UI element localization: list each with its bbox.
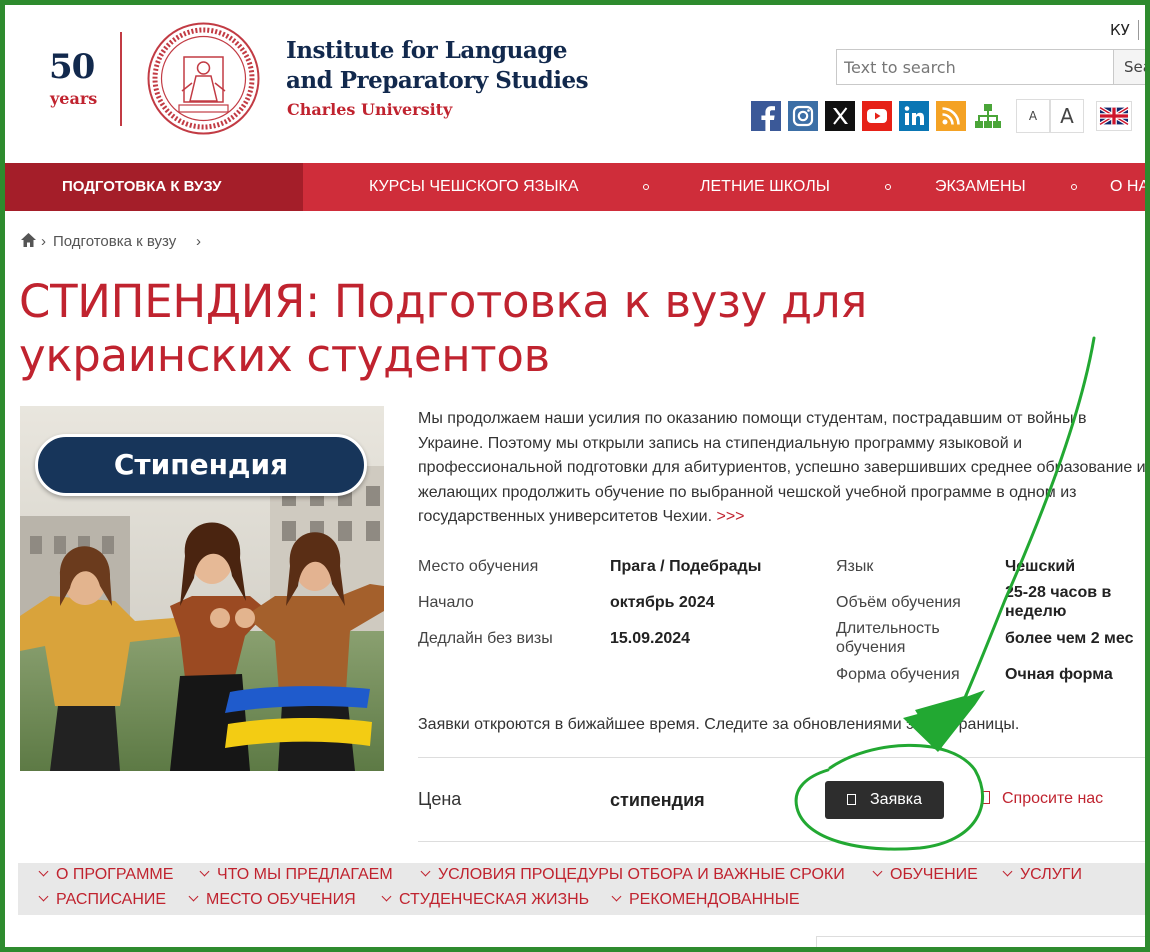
chevron-down-icon bbox=[38, 866, 49, 877]
detail-volume-value-line-1: 25-28 часов в bbox=[1005, 584, 1112, 601]
institute-name-line-1: Institute for Language bbox=[286, 37, 567, 64]
detail-place-label: Место обучения bbox=[418, 558, 539, 575]
detail-duration-value: более чем 2 мес bbox=[1005, 630, 1134, 647]
youtube-icon[interactable] bbox=[862, 101, 892, 131]
detail-volume-label: Объём обучения bbox=[836, 594, 961, 611]
nav-separator-dot bbox=[1071, 184, 1077, 190]
detail-deadline-label: Дедлайн без визы bbox=[418, 630, 553, 647]
main-navigation: ПОДГОТОВКА К ВУЗУ КУРСЫ ЧЕШСКОГО ЯЗЫКА Л… bbox=[5, 163, 1145, 211]
nav-item-summer-schools[interactable]: ЛЕТНИЕ ШКОЛЫ bbox=[700, 163, 830, 211]
applications-notice: Заявки откроются в бижайшее время. Следи… bbox=[418, 716, 1020, 733]
detail-start-label: Начало bbox=[418, 594, 474, 611]
chevron-down-icon bbox=[381, 891, 392, 902]
chevron-down-icon bbox=[199, 866, 210, 877]
page-title: СТИПЕНДИЯ: Подготовка к вузу для украинс… bbox=[19, 275, 868, 382]
section-label: СТУДЕНЧЕСКАЯ ЖИЗНЬ bbox=[399, 891, 590, 908]
section-what-we-offer[interactable]: ЧТО МЫ ПРЕДЛАГАЕМ bbox=[191, 866, 393, 884]
detail-volume-value-line-2: неделю bbox=[1005, 603, 1067, 620]
detail-duration-label-line-1: Длительность bbox=[836, 620, 940, 637]
anniversary-number: 50 bbox=[49, 47, 95, 87]
home-icon[interactable] bbox=[20, 232, 37, 248]
x-icon[interactable] bbox=[825, 101, 855, 131]
nav-item-czech-courses[interactable]: КУРСЫ ЧЕШСКОГО ЯЗЫКА bbox=[369, 163, 579, 211]
section-label: МЕСТО ОБУЧЕНИЯ bbox=[206, 891, 356, 908]
page-frame: 50 years Institute for Language and Prep… bbox=[5, 5, 1145, 947]
detail-deadline-value: 15.09.2024 bbox=[610, 630, 691, 647]
english-flag-icon[interactable] bbox=[1096, 101, 1132, 131]
font-size-decrease-button[interactable]: A bbox=[1016, 99, 1050, 133]
section-student-life[interactable]: СТУДЕНЧЕСКАЯ ЖИЗНЬ bbox=[373, 891, 589, 909]
section-services[interactable]: УСЛУГИ bbox=[994, 866, 1082, 884]
section-selection-conditions[interactable]: УСЛОВИЯ ПРОЦЕДУРЫ ОТБОРА И ВАЖНЫЕ СРОКИ bbox=[412, 866, 845, 884]
header-divider bbox=[120, 32, 122, 126]
document-icon bbox=[847, 794, 856, 805]
facebook-icon[interactable] bbox=[751, 101, 781, 131]
detail-form-value: Очная форма bbox=[1005, 666, 1113, 683]
intro-body: Мы продолжаем наши усилия по оказанию по… bbox=[418, 410, 1145, 525]
institute-name-line-2: and Preparatory Studies bbox=[286, 67, 589, 94]
nav-separator-dot bbox=[643, 184, 649, 190]
language-switch[interactable]: КУ bbox=[1110, 21, 1130, 39]
search-input[interactable] bbox=[836, 49, 1116, 85]
rss-icon[interactable] bbox=[936, 101, 966, 131]
chevron-down-icon bbox=[420, 866, 431, 877]
divider bbox=[418, 757, 1145, 758]
intro-text: Мы продолжаем наши усилия по оказанию по… bbox=[418, 407, 1145, 530]
chevron-down-icon bbox=[872, 866, 883, 877]
section-navigation: О ПРОГРАММЕ ЧТО МЫ ПРЕДЛАГАЕМ УСЛОВИЯ ПР… bbox=[18, 863, 1145, 915]
section-education[interactable]: ОБУЧЕНИЕ bbox=[864, 866, 978, 884]
breadcrumb-current[interactable]: Подготовка к вузу bbox=[53, 233, 176, 250]
apply-button[interactable]: Заявка bbox=[825, 781, 944, 819]
ask-us-label: Спросите нас bbox=[1002, 790, 1104, 807]
price-value: стипендия bbox=[610, 790, 705, 810]
university-name: Charles University bbox=[287, 100, 453, 119]
detail-place-value: Прага / Подебрады bbox=[610, 558, 762, 575]
sitemap-icon[interactable] bbox=[973, 101, 1003, 131]
question-icon bbox=[981, 791, 990, 804]
footer-box bbox=[816, 936, 1145, 947]
detail-language-label: Язык bbox=[836, 558, 874, 575]
chevron-down-icon bbox=[38, 891, 49, 902]
search-button[interactable]: Sea bbox=[1113, 49, 1145, 85]
anniversary-label: years bbox=[50, 89, 98, 108]
section-about-program[interactable]: О ПРОГРАММЕ bbox=[30, 866, 173, 884]
section-label: УСЛОВИЯ ПРОЦЕДУРЫ ОТБОРА И ВАЖНЫЕ СРОКИ bbox=[438, 866, 845, 883]
hero-image: Стипендия bbox=[20, 406, 384, 771]
nav-item-exams[interactable]: ЭКЗАМЕНЫ bbox=[935, 163, 1026, 211]
read-more-link[interactable]: >>> bbox=[716, 508, 744, 525]
section-label: ОБУЧЕНИЕ bbox=[890, 866, 978, 883]
nav-item-university-prep[interactable]: ПОДГОТОВКА К ВУЗУ bbox=[62, 163, 221, 211]
language-separator bbox=[1138, 20, 1139, 40]
breadcrumb-separator: › bbox=[41, 233, 46, 250]
section-study-location[interactable]: МЕСТО ОБУЧЕНИЯ bbox=[180, 891, 356, 909]
chevron-down-icon bbox=[1002, 866, 1013, 877]
breadcrumb-separator: › bbox=[196, 233, 201, 250]
price-label: Цена bbox=[418, 789, 462, 809]
instagram-icon[interactable] bbox=[788, 101, 818, 131]
section-label: РАСПИСАНИЕ bbox=[56, 891, 167, 908]
section-label: ЧТО МЫ ПРЕДЛАГАЕМ bbox=[217, 866, 393, 883]
linkedin-icon[interactable] bbox=[899, 101, 929, 131]
nav-item-about[interactable]: О НА bbox=[1110, 163, 1145, 211]
detail-language-value: Чешский bbox=[1005, 558, 1076, 575]
ask-us-link[interactable]: Спросите нас bbox=[981, 790, 1103, 808]
section-label: РЕКОМЕНДОВАННЫЕ bbox=[629, 891, 800, 908]
detail-form-label: Форма обучения bbox=[836, 666, 960, 683]
section-label: УСЛУГИ bbox=[1020, 866, 1083, 883]
detail-duration-label-line-2: обучения bbox=[836, 639, 906, 656]
chevron-down-icon bbox=[611, 891, 622, 902]
font-size-increase-button[interactable]: A bbox=[1050, 99, 1084, 133]
detail-start-value: октябрь 2024 bbox=[610, 594, 715, 611]
apply-button-label: Заявка bbox=[870, 791, 922, 808]
section-recommended[interactable]: РЕКОМЕНДОВАННЫЕ bbox=[603, 891, 800, 909]
divider bbox=[418, 841, 1145, 842]
chevron-down-icon bbox=[188, 891, 199, 902]
scholarship-badge: Стипендия bbox=[35, 434, 367, 496]
nav-separator-dot bbox=[885, 184, 891, 190]
section-label: О ПРОГРАММЕ bbox=[56, 866, 174, 883]
university-seal-logo[interactable] bbox=[146, 21, 261, 136]
section-schedule[interactable]: РАСПИСАНИЕ bbox=[30, 891, 166, 909]
